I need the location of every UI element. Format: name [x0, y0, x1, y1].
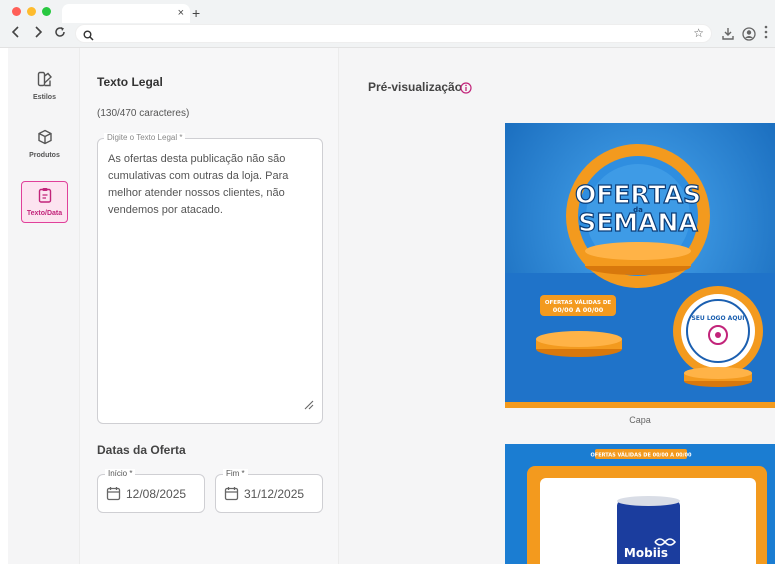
- start-date-field[interactable]: Início * 12/08/2025: [97, 469, 205, 513]
- logo-placeholder-text: SEU LOGO AQUI: [691, 315, 744, 322]
- cover-poster-art: OFERTAS SEMANA da OFERTAS VÁLIDAS DE 00/…: [505, 123, 775, 408]
- legal-text-field[interactable]: Digite o Texto Legal * As ofertas desta …: [97, 133, 323, 424]
- new-tab-icon[interactable]: +: [192, 5, 200, 21]
- end-date-field[interactable]: Fim * 31/12/2025: [215, 469, 323, 513]
- browser-chrome: × + ☆: [0, 0, 775, 48]
- info-icon[interactable]: [460, 81, 472, 99]
- palette-icon: [21, 71, 68, 92]
- side-rail: Estilos Produtos Texto/Data: [8, 48, 79, 564]
- headline-line-1: OFERTAS: [575, 180, 701, 209]
- reload-icon[interactable]: [54, 26, 66, 42]
- app: Estilos Produtos Texto/Data Texto Legal …: [8, 48, 775, 564]
- address-bar[interactable]: ☆: [75, 24, 712, 43]
- headline-connector: da: [633, 206, 643, 214]
- clipboard-icon: [22, 187, 67, 208]
- preview-area: Pré-visualização OFERTAS SEMANA da OFERT…: [339, 48, 775, 564]
- rail-item-estilos[interactable]: Estilos: [21, 68, 68, 110]
- search-icon: [83, 28, 94, 46]
- cover-caption: Capa: [629, 415, 651, 425]
- product-page-art: OFERTAS VÁLIDAS DE 00/00 A 00/00 Mobiis: [505, 444, 775, 564]
- menu-icon[interactable]: [764, 25, 768, 44]
- close-window-dot[interactable]: [12, 7, 21, 16]
- rail-item-produtos[interactable]: Produtos: [21, 126, 68, 168]
- resize-handle-icon[interactable]: [304, 397, 314, 415]
- end-date-label: Fim *: [223, 469, 248, 479]
- preview-title: Pré-visualização: [368, 80, 463, 94]
- character-counter: (130/470 caracteres): [97, 108, 190, 119]
- calendar-icon[interactable]: [106, 486, 121, 506]
- rail-item-label: Estilos: [33, 94, 56, 101]
- browser-tab[interactable]: ×: [62, 4, 190, 23]
- validity-line-1: OFERTAS VÁLIDAS DE: [545, 299, 612, 306]
- preview-card-page-2[interactable]: OFERTAS VÁLIDAS DE 00/00 A 00/00 Mobiis: [505, 444, 775, 564]
- profile-icon[interactable]: [742, 27, 756, 46]
- bookmark-star-icon[interactable]: ☆: [693, 26, 704, 40]
- end-date-value[interactable]: 31/12/2025: [244, 487, 304, 501]
- start-date-value[interactable]: 12/08/2025: [126, 487, 186, 501]
- validity-line-2: 00/00 A 00/00: [553, 306, 604, 314]
- dates-section-title: Datas da Oferta: [97, 443, 186, 457]
- form-panel: Texto Legal (130/470 caracteres) Digite …: [79, 48, 339, 564]
- calendar-icon[interactable]: [224, 486, 239, 506]
- box-icon: [21, 129, 68, 150]
- tab-close-icon[interactable]: ×: [178, 6, 184, 20]
- download-icon[interactable]: [721, 27, 735, 45]
- product-brand: Mobiis: [624, 546, 668, 560]
- page-2-validity: OFERTAS VÁLIDAS DE 00/00 A 00/00: [591, 452, 692, 459]
- back-icon[interactable]: [11, 26, 21, 42]
- rail-item-label: Texto/Data: [26, 210, 63, 217]
- rail-item-label: Produtos: [29, 152, 60, 159]
- legal-text-value[interactable]: As ofertas desta publicação não são cumu…: [108, 151, 316, 219]
- maximize-window-dot[interactable]: [42, 7, 51, 16]
- rail-item-texto-data[interactable]: Texto/Data: [21, 181, 68, 223]
- legal-text-label: Digite o Texto Legal *: [104, 133, 186, 143]
- start-date-label: Início *: [105, 469, 136, 479]
- preview-card-cover[interactable]: OFERTAS SEMANA da OFERTAS VÁLIDAS DE 00/…: [505, 123, 775, 408]
- window-controls: [12, 7, 51, 16]
- panel-title: Texto Legal: [97, 75, 163, 89]
- minimize-window-dot[interactable]: [27, 7, 36, 16]
- forward-icon[interactable]: [33, 26, 43, 42]
